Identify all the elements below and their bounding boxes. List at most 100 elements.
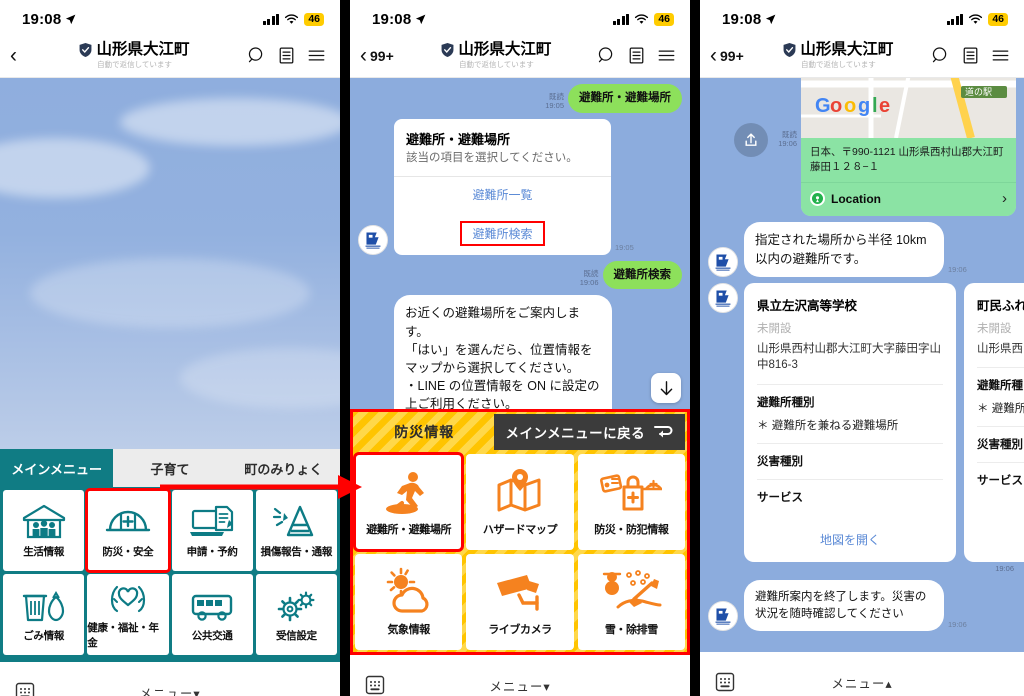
back-button[interactable]: ‹ 99+ [710, 45, 744, 66]
menu-tile-disaster-safety[interactable]: 防災・安全 [85, 488, 171, 573]
cellular-signal-icon [612, 13, 630, 25]
chat-title-group: 山形県大江町 自動で返信しています [396, 42, 597, 69]
shelter-card[interactable]: 町民ふれ 未開設 山形県西 避難所種 ＊ 避難所 災害種別 サービス [964, 282, 1024, 563]
disaster-tile-shelter[interactable]: 避難所・避難場所 [352, 452, 465, 552]
location-footer[interactable]: Location › [801, 182, 1016, 217]
keyboard-icon[interactable] [14, 681, 36, 696]
chat-row-outgoing: 既読 19:06 避難所検索 [358, 260, 682, 290]
chevron-left-icon: ‹ [10, 44, 17, 67]
menu-icon[interactable] [657, 46, 676, 65]
search-icon[interactable] [597, 46, 616, 65]
chat-row-location: 既読 19:06 道の駅 大江 [708, 78, 1016, 217]
menu-toggle-label[interactable]: メニュー▴ [736, 673, 988, 692]
svg-text:o: o [844, 95, 856, 117]
rich-menu-main: メインメニュー 子育て 町のみりょく 生活情報 防災・安全 申請・予約 損傷報告… [0, 449, 340, 662]
chevron-left-icon: ‹ [710, 44, 717, 67]
official-shield-icon [441, 43, 454, 58]
helmet-cross-icon [105, 510, 151, 531]
card-title: 避難所・避難場所 [406, 131, 511, 147]
oe-town-logo-icon [709, 602, 737, 631]
svg-text:l: l [872, 95, 878, 117]
official-shield-icon [80, 43, 92, 58]
message-bubble-incoming: お近くの避難場所をご案内します。 「はい」を選んだら、位置情報をマップから選択し… [394, 295, 612, 409]
chat-body[interactable]: 既読 19:05 避難所・避難場所 避難所・避難場所 該当の項目を選択してくださ… [350, 78, 690, 409]
unread-badge: 99+ [370, 47, 394, 64]
menu-tile-receive-settings[interactable]: 受信設定 [255, 574, 337, 655]
oe-town-logo-icon [709, 247, 737, 276]
hands-heart-icon [110, 585, 145, 613]
disaster-menu-title: 防災情報 [394, 424, 455, 440]
disaster-tile-hazard-map[interactable]: ハザードマップ [466, 454, 574, 550]
snow-shovel-icon [603, 570, 662, 609]
svg-text:g: g [858, 95, 870, 117]
keyboard-icon[interactable] [714, 671, 736, 693]
chat-title-row: 山形県大江町 [783, 42, 893, 58]
disaster-tile-prevention-info[interactable]: 防災・防犯情報 [577, 454, 685, 550]
card-action-shelter-list[interactable]: 避難所一覧 [394, 177, 611, 212]
menu-toggle-label[interactable]: メニュー▾ [386, 676, 654, 695]
menu-tile-garbage-info[interactable]: ごみ情報 [3, 574, 85, 655]
message-time: 19:06 [579, 278, 599, 288]
note-icon[interactable] [277, 46, 296, 65]
card-time-meta: 19:05 [615, 243, 634, 252]
shelter-card[interactable]: 県立左沢高等学校 未開設 山形県西村山郡大江町大字藤田字山中816-3 避難所種… [744, 282, 956, 563]
shelter-name: 町民ふれ [977, 298, 1024, 313]
menu-icon[interactable] [991, 46, 1010, 65]
shelter-carousel[interactable]: 県立左沢高等学校 未開設 山形県西村山郡大江町大字藤田字山中816-3 避難所種… [744, 282, 1024, 563]
tab-main-menu[interactable]: メインメニュー [0, 449, 114, 487]
chat-header: ‹ 山形県大江町 自動で返信しています [0, 34, 340, 78]
disaster-tile-live-camera[interactable]: ライブカメラ [466, 554, 574, 650]
menu-icon[interactable] [307, 46, 326, 65]
menu-tile-health-welfare-pension[interactable]: 健康・福祉・年金 [87, 574, 169, 655]
chat-row-incoming: お近くの避難場所をご案内します。 「はい」を選んだら、位置情報をマップから選択し… [358, 295, 682, 409]
divider [977, 367, 1024, 369]
tab-childcare[interactable]: 子育て [113, 449, 227, 487]
oe-town-logo-icon [359, 225, 387, 254]
menu-tile-label: ごみ情報 [23, 629, 65, 642]
status-time: 19:08 [22, 10, 62, 28]
share-button[interactable] [734, 123, 769, 158]
keyboard-icon[interactable] [364, 674, 386, 696]
menu-tile-damage-report[interactable]: 損傷報告・通報 [255, 490, 337, 571]
disaster-tile-snow-removal[interactable]: 雪・除排雪 [577, 554, 685, 650]
card-action-shelter-search-wrap[interactable]: 避難所検索 [394, 212, 611, 255]
menu-toggle-label[interactable]: メニュー▾ [36, 683, 304, 696]
search-icon[interactable] [931, 46, 950, 65]
rich-menu-tabs: メインメニュー 子育て 町のみりょく [0, 449, 340, 487]
disaster-tile-weather[interactable]: 気象情報 [355, 554, 463, 650]
back-button[interactable]: ‹ [10, 45, 20, 66]
page-title: 山形県大江町 [800, 41, 894, 59]
message-bubble-outgoing: 避難所検索 [602, 260, 682, 290]
avatar [358, 224, 388, 255]
search-icon[interactable] [247, 46, 266, 65]
status-time-group: 19:08 [22, 11, 76, 28]
chat-header: ‹ 99+ 山形県大江町 自動で返信しています [700, 34, 1024, 78]
menu-tile-label: 申請・予約 [186, 545, 238, 558]
chat-body[interactable]: 既読 19:06 道の駅 大江 [700, 78, 1024, 652]
card-action-shelter-search[interactable]: 避難所検索 [460, 220, 545, 246]
shelter-field-value: ＊ 避難所 [977, 403, 1024, 416]
phone-panel-1: 19:08 46 ‹ 山形県大江町 自動で返信しています メインメニュー 子育て… [0, 0, 340, 696]
chat-row-card: 避難所・避難場所 該当の項目を選択してください。 避難所一覧 避難所検索 19:… [358, 118, 682, 255]
back-to-main-menu-button[interactable]: メインメニューに戻る [493, 414, 685, 450]
menu-tile-life-info[interactable]: 生活情報 [3, 490, 85, 571]
chat-title-row: 山形県大江町 [441, 42, 551, 58]
menu-tile-label: 防災・安全 [102, 545, 154, 558]
chat-title-group: 山形県大江町 自動で返信しています [746, 42, 931, 69]
open-map-link[interactable]: 地図を開く [757, 531, 943, 548]
chat-row-incoming: 避難所案内を終了します。災害の状況を随時確認してください 19:06 [708, 580, 1016, 632]
menu-tile-label: 受信設定 [275, 629, 317, 642]
note-icon[interactable] [961, 46, 980, 65]
broken-cone-icon [273, 505, 314, 536]
scroll-to-bottom-button[interactable] [651, 373, 681, 403]
menu-tile-public-transport[interactable]: 公共交通 [171, 574, 253, 655]
menu-tile-application-reservation[interactable]: 申請・予約 [171, 490, 253, 571]
tab-town-charm[interactable]: 町のみりょく [226, 449, 340, 487]
back-button[interactable]: ‹ 99+ [360, 45, 394, 66]
rich-menu-grid: 生活情報 防災・安全 申請・予約 損傷報告・通報 ごみ情報 健康・福祉・年金 公… [0, 487, 340, 658]
status-time-group: 19:08 [372, 11, 426, 28]
header-actions [247, 46, 330, 65]
map-pin-icon [810, 191, 825, 207]
note-icon[interactable] [627, 46, 646, 65]
location-card[interactable]: 道の駅 大江勝出店 Go og le 日本、〒990-1121 山形県西村山郡大… [801, 78, 1016, 217]
